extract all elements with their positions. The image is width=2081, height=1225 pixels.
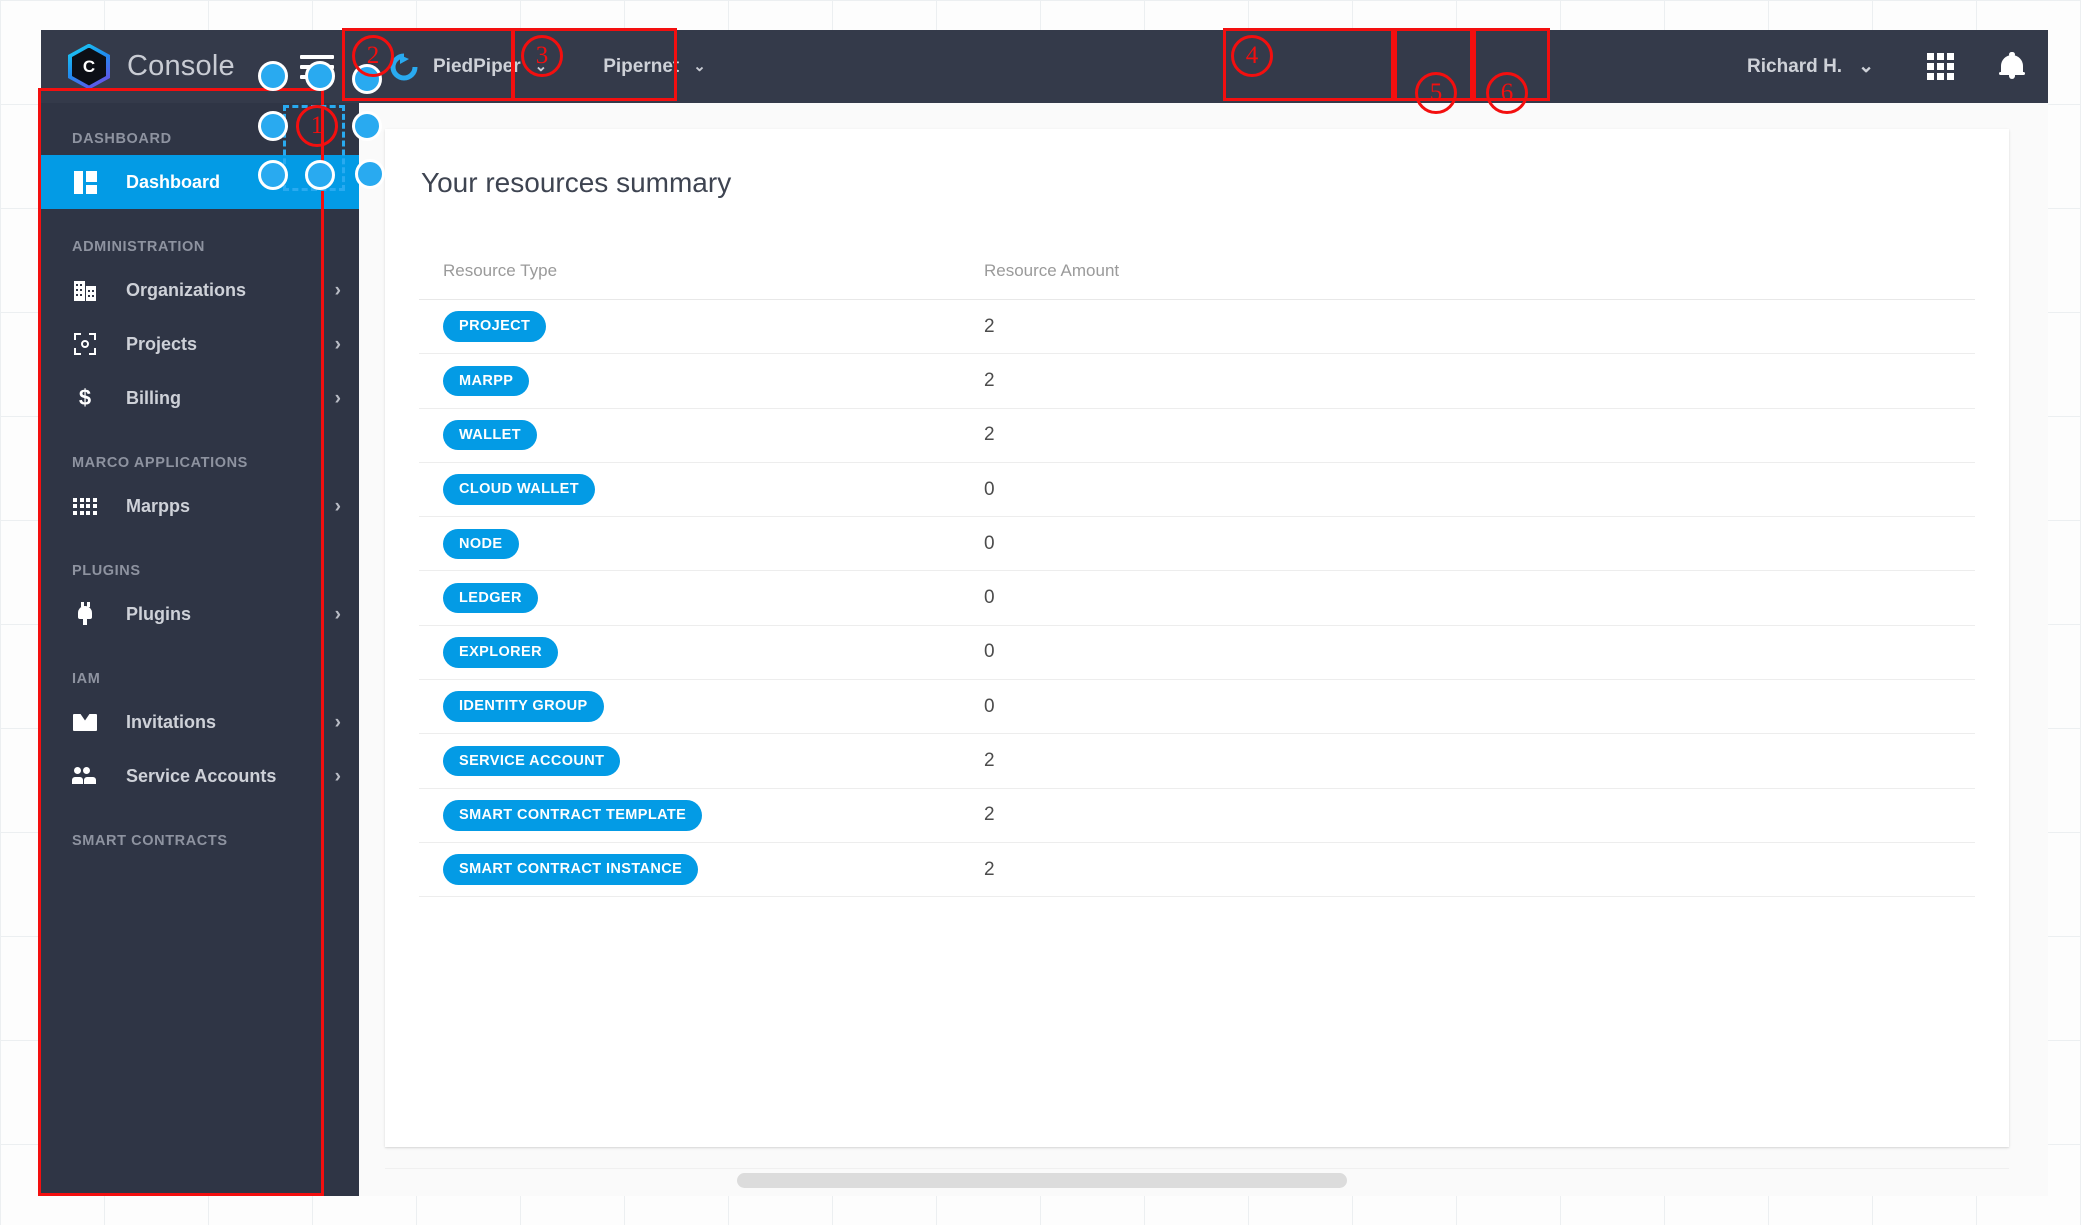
resource-amount-cell: 0 xyxy=(984,695,995,717)
resource-type-badge[interactable]: WALLET xyxy=(443,419,538,451)
annotation-marker-4: 4 xyxy=(1231,35,1273,77)
resource-amount-cell: 2 xyxy=(984,369,995,391)
main-content-area: Your resources summary Resource Type Res… xyxy=(359,103,2048,1196)
interaction-dot-dashboard-section xyxy=(258,111,288,141)
scrollbar-thumb[interactable] xyxy=(737,1173,1347,1188)
resource-type-badge[interactable]: LEDGER xyxy=(443,582,538,614)
logo-letter: C xyxy=(82,56,96,76)
interaction-dot-hamburger-left xyxy=(258,61,288,91)
bell-notification-icon xyxy=(1999,51,2025,82)
chevron-down-icon: ⌄ xyxy=(693,58,706,75)
resource-type-cell: SMART CONTRACT INSTANCE xyxy=(419,854,984,885)
resource-type-cell: PROJECT xyxy=(419,311,984,342)
user-account-menu[interactable]: Richard H. ⌄ xyxy=(1717,30,1904,103)
resource-type-badge[interactable]: NODE xyxy=(443,528,519,560)
brand-title: Console xyxy=(127,50,235,82)
interaction-dot-dashboard-item-right xyxy=(305,160,335,190)
annotation-box-sidebar xyxy=(38,88,324,1196)
resource-amount-cell: 0 xyxy=(984,478,995,500)
table-body: PROJECT 2 MARPP 2 WALLET 2 CLOUD WALLET 0 NODE 0 L… xyxy=(419,300,1975,898)
hexagon-c-logo-icon: C xyxy=(68,43,110,90)
resource-type-badge[interactable]: SMART CONTRACT TEMPLATE xyxy=(443,800,703,831)
apps-grid-button[interactable] xyxy=(1904,30,1976,103)
chevron-right-icon: › xyxy=(334,387,341,409)
table-row: SMART CONTRACT TEMPLATE 2 xyxy=(419,789,1975,843)
table-row: SERVICE ACCOUNT 2 xyxy=(419,734,1975,789)
resource-type-badge[interactable]: CLOUD WALLET xyxy=(443,474,595,505)
annotation-marker-6: 6 xyxy=(1486,72,1528,114)
table-row: MARPP 2 xyxy=(419,354,1975,409)
annotation-marker-2: 2 xyxy=(352,35,394,77)
annotation-marker-5: 5 xyxy=(1415,72,1457,114)
column-header-resource-type: Resource Type xyxy=(443,261,558,280)
table-row: CLOUD WALLET 0 xyxy=(419,463,1975,518)
table-header-row: Resource Type Resource Amount xyxy=(419,261,1975,300)
resource-amount-cell: 2 xyxy=(984,315,995,337)
chevron-right-icon: › xyxy=(334,603,341,625)
table-row: WALLET 2 xyxy=(419,409,1975,463)
resource-amount-cell: 2 xyxy=(984,424,995,446)
resource-type-badge[interactable]: MARPP xyxy=(443,365,530,397)
resource-type-cell: IDENTITY GROUP xyxy=(419,691,984,722)
horizontal-scrollbar[interactable] xyxy=(385,1168,2009,1190)
apps-grid-icon xyxy=(1926,53,1954,80)
resource-type-badge[interactable]: IDENTITY GROUP xyxy=(443,691,604,722)
annotation-marker-3: 3 xyxy=(521,35,563,77)
table-row: PROJECT 2 xyxy=(419,300,1975,355)
table-row: NODE 0 xyxy=(419,517,1975,572)
interaction-dot-card-title xyxy=(355,159,385,189)
table-row: LEDGER 0 xyxy=(419,571,1975,626)
page-backdrop: C Console PiedPiper ⌄ Pipernet ⌄ Richard… xyxy=(0,0,2081,1225)
resource-type-cell: LEDGER xyxy=(419,582,984,614)
console-application: C Console PiedPiper ⌄ Pipernet ⌄ Richard… xyxy=(41,30,2048,1196)
user-name-label: Richard H. xyxy=(1747,55,1843,77)
resource-amount-cell: 0 xyxy=(984,641,995,663)
interaction-dot-dashboard-item-left xyxy=(258,160,288,190)
resource-type-cell: EXPLORER xyxy=(419,637,984,668)
table-row: EXPLORER 0 xyxy=(419,626,1975,681)
resource-type-cell: NODE xyxy=(419,528,984,560)
resource-type-badge[interactable]: PROJECT xyxy=(443,311,547,342)
resource-amount-cell: 2 xyxy=(984,858,995,880)
column-header-resource-amount: Resource Amount xyxy=(984,261,1120,280)
chevron-right-icon: › xyxy=(334,495,341,517)
resource-type-cell: MARPP xyxy=(419,365,984,397)
table-row: IDENTITY GROUP 0 xyxy=(419,680,1975,735)
page-title: Your resources summary xyxy=(421,167,732,198)
resource-type-badge[interactable]: SERVICE ACCOUNT xyxy=(443,745,621,777)
chevron-right-icon: › xyxy=(334,279,341,301)
chevron-down-icon: ⌄ xyxy=(1858,56,1874,77)
resource-type-badge[interactable]: EXPLORER xyxy=(443,637,558,668)
resources-summary-card: Your resources summary Resource Type Res… xyxy=(385,129,2009,1147)
resource-amount-cell: 2 xyxy=(984,804,995,826)
interaction-dot-content-top xyxy=(352,111,382,141)
table-row: SMART CONTRACT INSTANCE 2 xyxy=(419,843,1975,898)
resources-table: Resource Type Resource Amount PROJECT 2 MA… xyxy=(419,261,1975,898)
resource-amount-cell: 0 xyxy=(984,532,995,554)
resource-type-badge[interactable]: SMART CONTRACT INSTANCE xyxy=(443,854,699,885)
chevron-right-icon: › xyxy=(334,333,341,355)
resource-type-cell: SMART CONTRACT TEMPLATE xyxy=(419,800,984,831)
resource-type-cell: WALLET xyxy=(419,419,984,451)
resource-type-cell: CLOUD WALLET xyxy=(419,474,984,505)
resource-amount-cell: 0 xyxy=(984,587,995,609)
chevron-right-icon: › xyxy=(334,711,341,733)
resource-amount-cell: 2 xyxy=(984,750,995,772)
interaction-dot-hamburger-right xyxy=(305,61,335,91)
notifications-button[interactable] xyxy=(1976,30,2048,103)
annotation-marker-1: 1 xyxy=(296,105,338,147)
resource-type-cell: SERVICE ACCOUNT xyxy=(419,745,984,777)
chevron-right-icon: › xyxy=(334,765,341,787)
